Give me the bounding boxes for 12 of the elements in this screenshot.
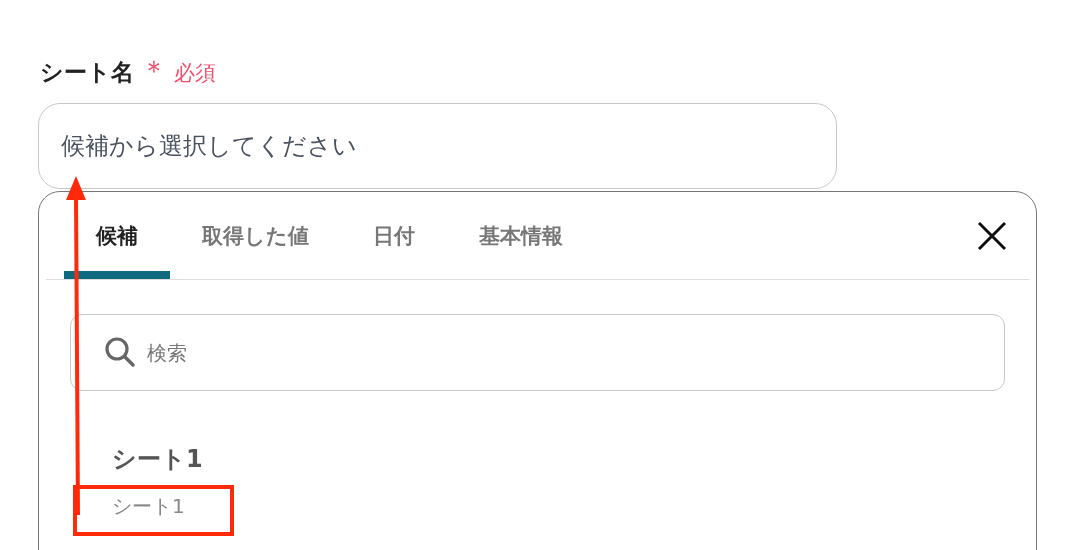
search-icon (104, 336, 136, 368)
required-mark: ＊ (140, 53, 168, 89)
search-field[interactable]: 検索 (70, 314, 1005, 391)
tab[interactable]: 取得した値 (170, 192, 341, 279)
option-subtitle: シート1 (112, 493, 186, 520)
required-text: 必須 (174, 60, 216, 87)
field-label: シート名 (40, 58, 134, 87)
close-icon (977, 220, 1007, 251)
tab[interactable]: 基本情報 (447, 192, 595, 279)
option-title[interactable]: シート1 (112, 443, 1029, 475)
tab[interactable]: 日付 (341, 192, 447, 279)
sheet-name-field[interactable]: 候補から選択してください (38, 103, 837, 189)
